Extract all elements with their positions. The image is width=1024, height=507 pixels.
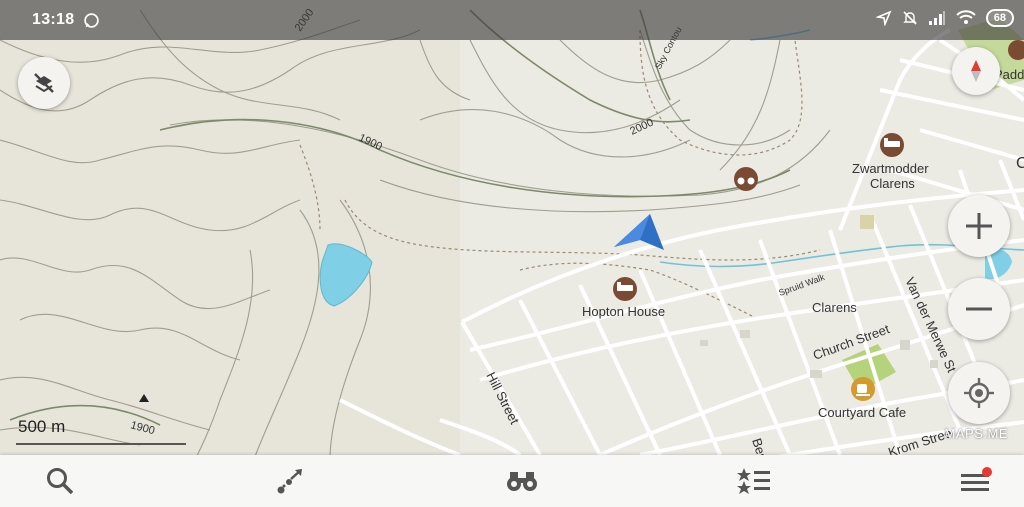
- search-icon: [47, 468, 74, 495]
- menu-icon: [961, 467, 992, 491]
- bottom-navigation: [0, 455, 1024, 507]
- nav-discovery-button[interactable]: [492, 455, 552, 507]
- scale-bar: [16, 443, 186, 445]
- battery-indicator: 68: [985, 9, 1014, 27]
- crosshair-icon: [964, 378, 994, 408]
- nav-menu-button[interactable]: [946, 455, 1006, 507]
- map-scale: 500 m: [16, 417, 186, 445]
- nav-bookmarks-button[interactable]: [724, 455, 784, 507]
- zoom-out-button[interactable]: [948, 278, 1010, 340]
- location-icon: [875, 10, 892, 26]
- minus-icon: [966, 307, 992, 311]
- compass-icon: [971, 60, 981, 82]
- layers-toggle-button[interactable]: [18, 57, 70, 109]
- scale-label: 500 m: [18, 417, 66, 436]
- place-label-edge: C: [1016, 155, 1024, 172]
- binoculars-icon: [737, 177, 745, 185]
- whatsapp-icon: [84, 13, 99, 28]
- compass-button[interactable]: [952, 47, 1000, 95]
- mute-icon: [903, 11, 917, 25]
- route-icon: [277, 469, 302, 494]
- signal-icon: [928, 11, 945, 25]
- poi-hotel-zwartmodder[interactable]: [880, 133, 904, 157]
- place-label-zwartmodder-clarens: Clarens: [870, 176, 915, 191]
- nav-search-button[interactable]: [30, 455, 90, 507]
- poi-viewpoint[interactable]: [734, 167, 758, 191]
- notification-dot: [982, 467, 992, 477]
- coffee-icon: [857, 384, 867, 393]
- plus-icon: [966, 213, 992, 239]
- wifi-icon: [956, 10, 976, 24]
- status-bar: 13:18 68: [0, 0, 1024, 40]
- poi-cafe[interactable]: [851, 377, 875, 401]
- place-label-zwartmodder: Zwartmodder: [852, 161, 929, 176]
- poi-hotel-hopton[interactable]: [613, 277, 637, 301]
- my-position-button[interactable]: [948, 362, 1010, 424]
- nav-route-button[interactable]: [260, 455, 320, 507]
- maps-me-watermark: MAPS.ME: [944, 426, 1008, 441]
- layers-off-icon: [34, 73, 54, 93]
- zoom-in-button[interactable]: [948, 195, 1010, 257]
- place-label-clarens: Clarens: [812, 300, 857, 315]
- place-label-courtyard-cafe: Courtyard Cafe: [818, 405, 906, 420]
- status-time: 13:18: [32, 11, 75, 28]
- binoculars-icon: [507, 472, 537, 491]
- place-label-hopton-house: Hopton House: [582, 304, 665, 319]
- bookmarks-icon: [737, 468, 770, 494]
